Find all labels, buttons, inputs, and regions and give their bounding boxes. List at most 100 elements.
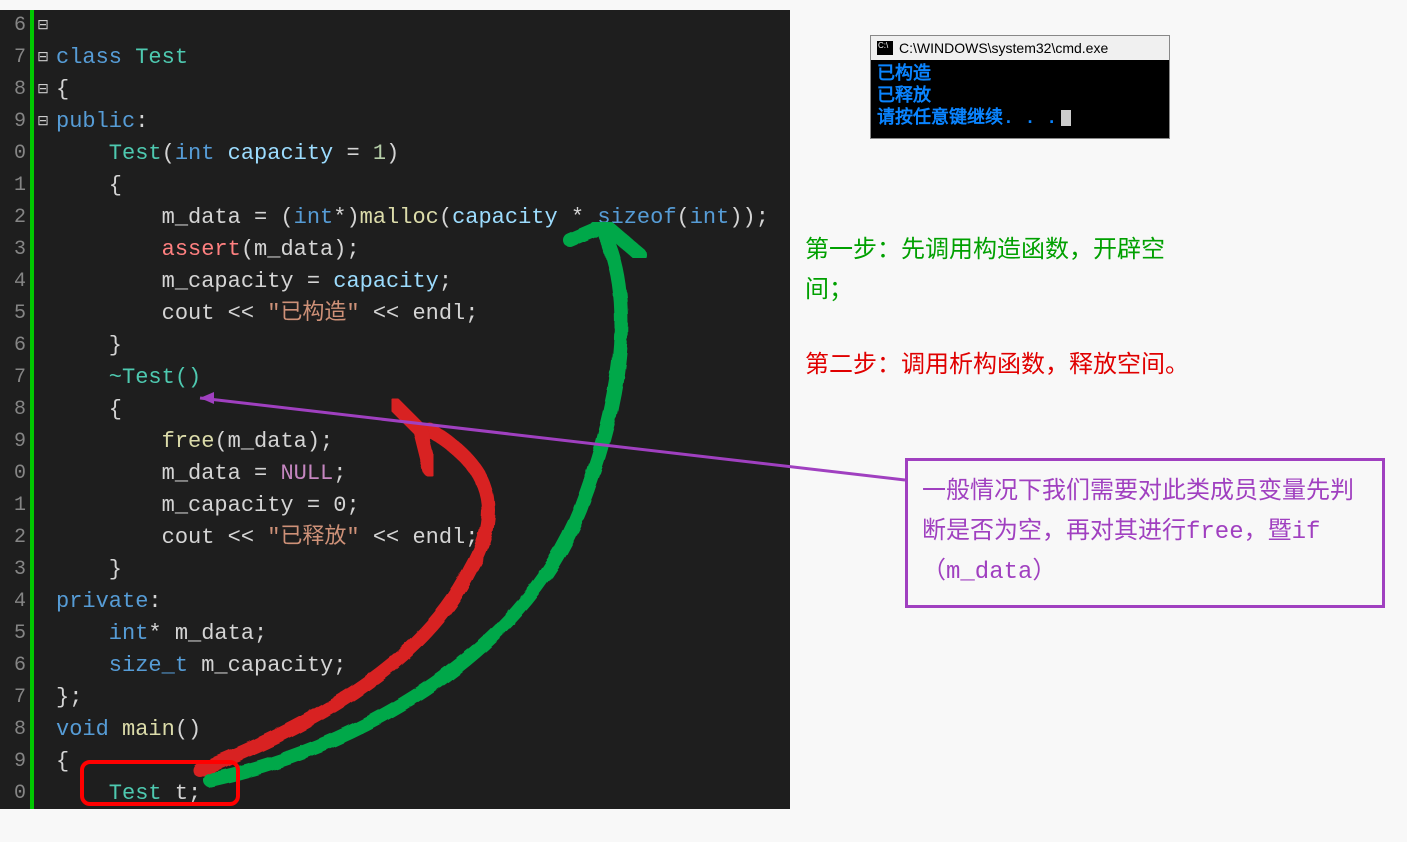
fn-main: main: [122, 717, 175, 742]
fn-free: free: [56, 429, 214, 454]
num: 1: [373, 141, 386, 166]
console-output: 已构造 已释放 请按任意键继续. . .: [871, 60, 1169, 138]
line-number: 3: [0, 554, 26, 586]
args: (m_data);: [214, 429, 333, 454]
colon: :: [135, 109, 148, 134]
line-number: 0: [0, 138, 26, 170]
parens: (): [175, 717, 201, 742]
text: m_data =: [56, 461, 280, 486]
eq: =: [333, 141, 373, 166]
text: * m_data;: [148, 621, 267, 646]
console-window: C:\WINDOWS\system32\cmd.exe 已构造 已释放 请按任意…: [870, 35, 1170, 139]
line-number: 7: [0, 42, 26, 74]
line-number: 9: [0, 746, 26, 778]
paren: ));: [729, 205, 769, 230]
line-number: 7: [0, 362, 26, 394]
console-line: 请按任意键继续. . .: [877, 108, 1163, 130]
line-number: 0: [0, 458, 26, 490]
fn-malloc: malloc: [360, 205, 439, 230]
text: << endl;: [360, 525, 479, 550]
console-titlebar[interactable]: C:\WINDOWS\system32\cmd.exe: [871, 36, 1169, 60]
line-number: 1: [0, 170, 26, 202]
keyword-private: private: [56, 589, 148, 614]
line-number: 8: [0, 714, 26, 746]
var: t;: [175, 781, 201, 806]
line-number: 2: [0, 522, 26, 554]
console-line: 已构造: [877, 64, 1163, 86]
fold-marker[interactable]: ⊟: [34, 42, 52, 74]
brace: }: [56, 333, 122, 358]
brace: {: [56, 173, 122, 198]
line-number: 5: [0, 618, 26, 650]
keyword-public: public: [56, 109, 135, 134]
line-number: 1: [0, 490, 26, 522]
text: m_data = (: [56, 205, 294, 230]
code-editor[interactable]: 6789012345678901234567890 ⊟⊟⊟⊟ class Tes…: [0, 10, 790, 809]
cursor-icon: [1061, 110, 1071, 126]
console-title-text: C:\WINDOWS\system32\cmd.exe: [899, 40, 1108, 56]
line-number: 9: [0, 426, 26, 458]
line-number: 0: [0, 778, 26, 810]
args: (m_data);: [241, 237, 360, 262]
param: capacity: [333, 269, 439, 294]
dtor-name: ~Test(): [56, 365, 201, 390]
type-int: int: [294, 205, 334, 230]
code-area[interactable]: class Test { public: Test(int capacity =…: [52, 10, 790, 809]
semi: ;: [333, 461, 346, 486]
line-numbers: 6789012345678901234567890: [0, 10, 30, 809]
line-number: 7: [0, 682, 26, 714]
fold-column[interactable]: ⊟⊟⊟⊟: [34, 10, 52, 809]
brace: }: [56, 557, 122, 582]
op: *: [558, 205, 598, 230]
text: << endl;: [360, 301, 479, 326]
sizeof: sizeof: [597, 205, 676, 230]
annotation-step1: 第一步：先调用构造函数，开辟空间；: [805, 230, 1205, 310]
text: };: [56, 685, 82, 710]
annotation-step2: 第二步：调用析构函数，释放空间。: [805, 345, 1205, 385]
type-void: void: [56, 717, 122, 742]
text: cout <<: [56, 525, 267, 550]
type-test: Test: [56, 781, 175, 806]
note-box: 一般情况下我们需要对此类成员变量先判断是否为空，再对其进行free，暨if（m_…: [905, 458, 1385, 608]
string: "已构造": [267, 301, 359, 326]
param: capacity: [452, 205, 558, 230]
line-number: 6: [0, 650, 26, 682]
ctor-name: Test: [56, 141, 162, 166]
keyword-class: class: [56, 45, 122, 70]
text: cout <<: [56, 301, 267, 326]
fold-marker[interactable]: ⊟: [34, 74, 52, 106]
line-number: 8: [0, 74, 26, 106]
fold-marker[interactable]: ⊟: [34, 106, 52, 138]
null-literal: NULL: [280, 461, 333, 486]
param-capacity: capacity: [228, 141, 334, 166]
semi: ;: [439, 269, 452, 294]
line-number: 4: [0, 586, 26, 618]
brace: {: [56, 397, 122, 422]
paren: (: [677, 205, 690, 230]
line-number: 3: [0, 234, 26, 266]
line-number: 9: [0, 106, 26, 138]
text: m_capacity;: [188, 653, 346, 678]
line-number: 6: [0, 10, 26, 42]
type-sizet: size_t: [56, 653, 188, 678]
type-int: int: [175, 141, 228, 166]
text: m_capacity = 0;: [56, 493, 360, 518]
line-number: 4: [0, 266, 26, 298]
type-name: Test: [122, 45, 188, 70]
brace: {: [56, 77, 69, 102]
paren: (: [439, 205, 452, 230]
line-number: 2: [0, 202, 26, 234]
fold-marker[interactable]: ⊟: [34, 10, 52, 42]
cmd-icon: [877, 41, 893, 55]
text: m_capacity =: [56, 269, 333, 294]
string: "已释放": [267, 525, 359, 550]
paren: ): [386, 141, 399, 166]
text: *): [333, 205, 359, 230]
line-number: 8: [0, 394, 26, 426]
console-line: 已释放: [877, 86, 1163, 108]
type-int: int: [690, 205, 730, 230]
paren: (: [162, 141, 175, 166]
brace: {: [56, 749, 69, 774]
line-number: 6: [0, 330, 26, 362]
line-number: 5: [0, 298, 26, 330]
